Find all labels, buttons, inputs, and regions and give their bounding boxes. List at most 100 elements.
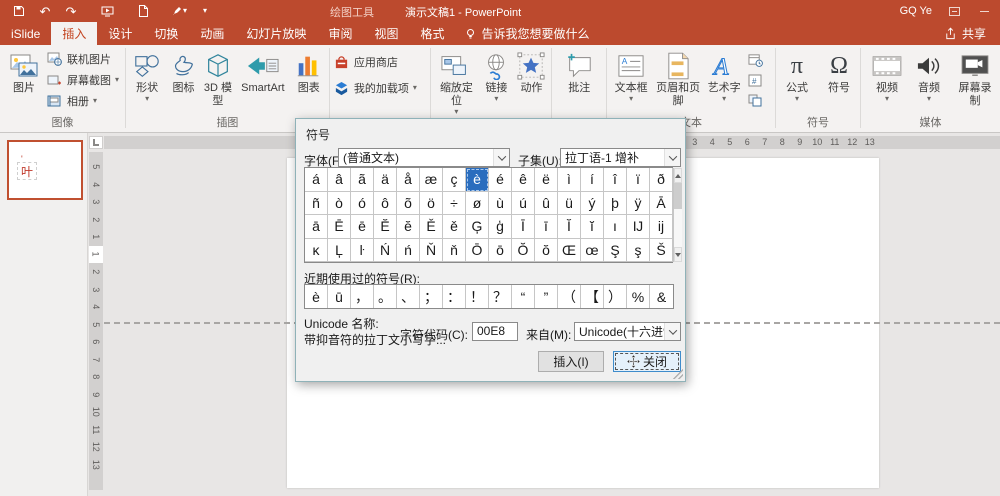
symbol-cell[interactable]: û — [535, 191, 558, 215]
symbol-cell[interactable]: î — [604, 168, 627, 192]
symbol-cell[interactable]: Ō — [466, 238, 489, 262]
text-box-button[interactable]: A 文本框 ▾ — [610, 48, 652, 103]
symbol-cell[interactable]: ģ — [489, 215, 512, 239]
symbol-cell[interactable]: æ — [420, 168, 443, 192]
tell-me-box[interactable]: 告诉我您想要做什么 — [455, 22, 599, 45]
symbol-cell[interactable]: ē — [351, 215, 374, 239]
wordart-button[interactable]: A 艺术字 ▾ — [704, 48, 744, 103]
recent-symbol-cell[interactable]: 。 — [374, 285, 397, 308]
recent-symbol-cell[interactable]: ， — [351, 285, 374, 308]
header-footer-button[interactable]: 页眉和页脚 — [653, 48, 703, 108]
symbol-cell[interactable]: ì — [558, 168, 581, 192]
character-code-input[interactable]: 00E8 — [472, 322, 518, 341]
object-button[interactable] — [745, 91, 765, 109]
slide-thumbnail[interactable]: ' 叶 — [7, 140, 83, 200]
recent-symbol-cell[interactable]: & — [650, 285, 673, 308]
equation-button[interactable]: π 公式 ▾ — [779, 48, 815, 103]
symbol-cell[interactable]: ò — [328, 191, 351, 215]
symbol-cell[interactable]: ş — [627, 238, 650, 262]
recent-symbol-cell[interactable]: ” — [535, 285, 558, 308]
symbol-cell[interactable]: ó — [351, 191, 374, 215]
scrollbar-track[interactable] — [674, 183, 682, 247]
symbol-cell[interactable]: ø — [466, 191, 489, 215]
symbol-cell[interactable]: ö — [420, 191, 443, 215]
3d-models-button[interactable]: 3D 模型 — [202, 48, 235, 108]
symbol-cell[interactable]: Ĳ — [627, 215, 650, 239]
symbol-cell[interactable]: Ş — [604, 238, 627, 262]
recent-symbol-cell[interactable]: è — [305, 285, 328, 308]
recent-symbol-cell[interactable]: ！ — [466, 285, 489, 308]
symbol-cell[interactable]: ê — [512, 168, 535, 192]
icons-button[interactable]: 图标 — [166, 48, 200, 95]
ink-pen-button[interactable]: ▾ — [166, 2, 192, 20]
symbol-cell[interactable]: ô — [374, 191, 397, 215]
my-addins-button[interactable]: 我的加载项 ▾ — [333, 79, 417, 97]
ribbon-tab[interactable]: 审阅 — [317, 22, 363, 45]
symbol-cell[interactable]: ÿ — [627, 191, 650, 215]
symbol-cell[interactable]: ň — [443, 238, 466, 262]
date-time-button[interactable] — [745, 51, 765, 69]
symbol-cell[interactable]: Ē — [328, 215, 351, 239]
symbol-cell[interactable]: Ā — [650, 191, 673, 215]
shapes-button[interactable]: 形状 ▾ — [129, 48, 165, 103]
save-button[interactable] — [6, 2, 32, 20]
picture-button[interactable]: 图片 — [3, 48, 45, 95]
symbol-cell[interactable]: Ī — [512, 215, 535, 239]
ribbon-tab[interactable]: 动画 — [189, 22, 235, 45]
symbol-cell[interactable]: ä — [374, 168, 397, 192]
screenshot-button[interactable]: 屏幕截图 ▾ — [46, 71, 119, 89]
symbol-cell[interactable]: Ň — [420, 238, 443, 262]
ribbon-tab[interactable]: iSlide — [0, 22, 51, 45]
symbol-cell[interactable]: Ŏ — [512, 238, 535, 262]
symbol-cell[interactable]: ō — [489, 238, 512, 262]
symbol-cell[interactable]: ù — [489, 191, 512, 215]
close-button[interactable]: 关闭 — [613, 351, 681, 372]
symbol-cell[interactable]: ý — [581, 191, 604, 215]
symbol-cell[interactable]: ŀ — [351, 238, 374, 262]
recent-symbol-cell[interactable]: ； — [420, 285, 443, 308]
smartart-button[interactable]: SmartArt — [235, 48, 290, 95]
symbol-cell[interactable]: é — [489, 168, 512, 192]
screen-recording-button[interactable]: 屏幕录制 — [953, 48, 997, 108]
recent-symbol-cell[interactable]: ： — [443, 285, 466, 308]
recent-symbol-cell[interactable]: （ — [558, 285, 581, 308]
symbol-cell[interactable]: ĕ — [397, 215, 420, 239]
recent-symbol-cell[interactable]: 【 — [581, 285, 604, 308]
new-file-button[interactable] — [130, 2, 156, 20]
recent-symbol-cell[interactable]: ？ — [489, 285, 512, 308]
symbol-cell[interactable]: ĸ — [305, 238, 328, 262]
symbol-cell[interactable]: ı — [604, 215, 627, 239]
subset-select[interactable]: 拉丁语-1 增补 — [560, 148, 681, 167]
ribbon-tab[interactable]: 幻灯片放映 — [235, 22, 317, 45]
symbol-cell[interactable]: ç — [443, 168, 466, 192]
symbol-cell[interactable]: Ń — [374, 238, 397, 262]
symbol-cell[interactable]: õ — [397, 191, 420, 215]
recent-symbol-cell[interactable]: ） — [604, 285, 627, 308]
insert-button[interactable]: 插入(I) — [538, 351, 604, 372]
symbol-cell[interactable]: Ě — [420, 215, 443, 239]
symbol-cell[interactable]: Ĭ — [558, 215, 581, 239]
symbol-cell[interactable]: ń — [397, 238, 420, 262]
recent-symbol-cell[interactable]: “ — [512, 285, 535, 308]
symbol-button[interactable]: Ω 符号 — [821, 48, 857, 95]
symbol-cell[interactable]: á — [305, 168, 328, 192]
symbol-cell[interactable]: í — [581, 168, 604, 192]
undo-button[interactable]: ↶ — [32, 2, 58, 20]
zoom-link-button[interactable]: 缩放定位 ▾ — [434, 48, 478, 116]
slide-number-button[interactable]: # — [745, 71, 765, 89]
symbol-cell[interactable]: ÷ — [443, 191, 466, 215]
start-slideshow-button[interactable] — [94, 2, 120, 20]
scroll-down-button[interactable] — [674, 247, 682, 262]
symbol-cell[interactable]: ð — [650, 168, 673, 192]
ribbon-display-options-button[interactable] — [946, 5, 962, 17]
audio-button[interactable]: 音频 ▾ — [911, 48, 947, 103]
symbol-cell[interactable]: ě — [443, 215, 466, 239]
symbol-cell[interactable]: Ļ — [328, 238, 351, 262]
ribbon-tab[interactable]: 插入 — [51, 22, 98, 45]
video-button[interactable]: 视频 ▾ — [869, 48, 905, 103]
online-pictures-button[interactable]: 联机图片 — [46, 50, 119, 68]
photo-album-button[interactable]: 相册 ▾ — [46, 92, 119, 110]
symbol-cell[interactable]: Œ — [558, 238, 581, 262]
symbol-cell[interactable]: ú — [512, 191, 535, 215]
symbol-cell[interactable]: ë — [535, 168, 558, 192]
